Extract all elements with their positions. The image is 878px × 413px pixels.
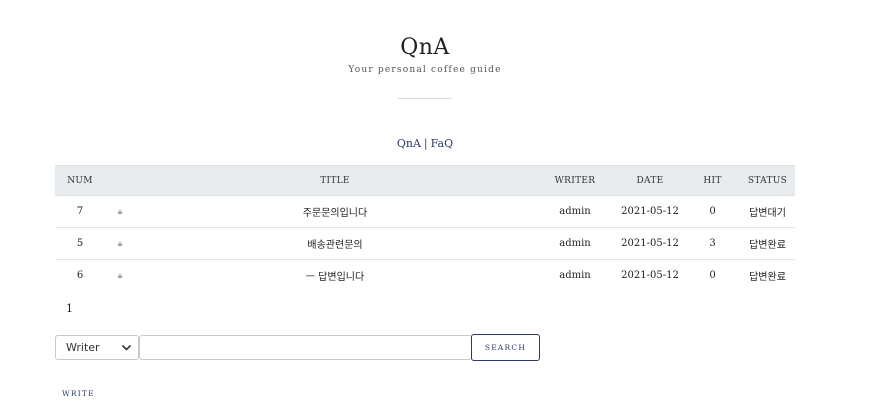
- search-input[interactable]: [139, 335, 472, 360]
- column-header-num: NUM: [55, 165, 105, 196]
- lock-icon: 🔒︎: [117, 239, 123, 248]
- header-divider: [398, 98, 452, 99]
- table-row[interactable]: 6 🔒︎ ㅡ 답변입니다 admin 2021-05-12 0 답변완료: [55, 260, 795, 292]
- row-title-link[interactable]: 배송관련문의: [135, 227, 535, 260]
- table-row[interactable]: 7 🔒︎ 주문문의입니다 admin 2021-05-12 0 답변대기: [55, 195, 795, 228]
- row-date: 2021-05-12: [621, 270, 679, 281]
- column-header-date: DATE: [615, 165, 685, 196]
- row-hit: 3: [685, 227, 740, 260]
- row-writer: admin: [535, 195, 615, 228]
- row-status: 답변대기: [740, 195, 795, 228]
- row-writer: admin: [535, 227, 615, 260]
- write-button[interactable]: WRITE: [62, 389, 95, 398]
- search-button[interactable]: SEARCH: [471, 334, 540, 361]
- pagination: 1: [66, 302, 73, 315]
- column-header-writer: WRITER: [535, 165, 615, 196]
- subnav-qna-link[interactable]: QnA: [397, 137, 421, 150]
- page-header: QnA Your personal coffee guide: [0, 34, 850, 75]
- table-header-row: NUM TITLE WRITER DATE HIT STATUS: [55, 165, 795, 196]
- board-subnav: QnA | FaQ: [0, 137, 850, 150]
- column-header-title: TITLE: [135, 165, 535, 196]
- row-status: 답변완료: [749, 272, 786, 283]
- column-header-hit: HIT: [685, 165, 740, 196]
- lock-icon: 🔒︎: [117, 271, 123, 280]
- chevron-down-icon: [121, 336, 132, 368]
- row-hit: 0: [685, 195, 740, 228]
- lock-cell: 🔒︎: [105, 227, 135, 260]
- subnav-separator: |: [423, 137, 428, 150]
- row-status: 답변완료: [740, 227, 795, 260]
- row-title-link[interactable]: 주문문의입니다: [135, 195, 535, 228]
- row-num: 5: [55, 227, 105, 260]
- row-title-link[interactable]: ㅡ 답변입니다: [135, 260, 535, 292]
- search-field-select[interactable]: Writer: [55, 335, 139, 360]
- search-field-selected: Writer: [66, 341, 100, 354]
- column-header-status: STATUS: [740, 165, 795, 196]
- lock-cell: 🔒︎: [105, 260, 135, 292]
- qna-table: NUM TITLE WRITER DATE HIT STATUS 7 🔒︎ 주문…: [55, 165, 795, 291]
- lock-icon: 🔒︎: [117, 207, 123, 216]
- page-title: QnA: [400, 35, 450, 60]
- page-subtitle: Your personal coffee guide: [348, 65, 502, 75]
- page-link-1[interactable]: 1: [66, 302, 73, 315]
- row-writer: admin: [559, 270, 591, 281]
- row-num: 6: [76, 270, 84, 281]
- row-hit: 0: [709, 270, 716, 281]
- subnav-faq-link[interactable]: FaQ: [431, 137, 453, 150]
- row-date: 2021-05-12: [615, 195, 685, 228]
- table-row[interactable]: 5 🔒︎ 배송관련문의 admin 2021-05-12 3 답변완료: [55, 227, 795, 260]
- row-date: 2021-05-12: [615, 227, 685, 260]
- row-num: 7: [55, 195, 105, 228]
- lock-cell: 🔒︎: [105, 195, 135, 228]
- column-header-spacer: [105, 165, 135, 196]
